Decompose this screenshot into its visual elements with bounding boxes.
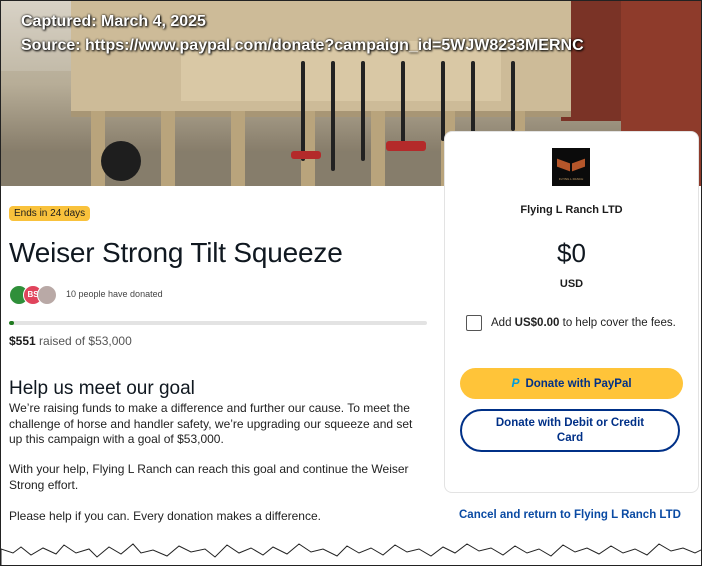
description-paragraph: Please help if you can. Every donation m… (9, 509, 321, 523)
donate-with-paypal-button[interactable]: P Donate with PayPal (460, 368, 683, 399)
capture-date-caption: Captured: March 4, 2025 (21, 13, 206, 30)
description-paragraph: We’re raising funds to make a difference… (9, 401, 413, 446)
paypal-icon: P (511, 376, 520, 390)
page-frame: Captured: March 4, 2025 Source: https://… (0, 0, 702, 566)
progress-bar (9, 321, 427, 325)
fee-prefix: Add (491, 317, 515, 329)
card-button-label: Donate with Debit or Credit Card (495, 416, 645, 444)
avatar (37, 285, 57, 305)
raised-goal: raised of $53,000 (39, 334, 132, 348)
torn-edge (1, 543, 701, 565)
currency-label: USD (559, 278, 584, 290)
org-name: Flying L Ranch LTD (520, 204, 623, 216)
wheel (101, 141, 141, 181)
donor-avatars: BS (9, 285, 69, 305)
logo-text: FLYING L RANCH (558, 177, 584, 181)
raised-amount: $551 (9, 334, 36, 348)
raised-summary: $551 raised of $53,000 (9, 334, 132, 348)
org-logo: FLYING L RANCH (552, 148, 590, 186)
donate-card: FLYING L RANCH Flying L Ranch LTD $0 USD… (444, 131, 699, 493)
description-paragraph: With your help, Flying L Ranch can reach… (9, 462, 409, 492)
cover-fees-label[interactable]: Add US$0.00 to help cover the fees. (491, 316, 681, 331)
ends-in-badge: Ends in 24 days (9, 206, 91, 221)
donation-amount-input[interactable]: $0 (445, 238, 698, 269)
donor-count: 10 people have donated (66, 289, 163, 299)
paypal-button-label: Donate with PayPal (525, 378, 632, 390)
cover-fees-checkbox[interactable] (466, 315, 482, 331)
fee-amount: US$0.00 (514, 317, 560, 329)
cancel-return-link[interactable]: Cancel and return to Flying L Ranch LTD (459, 509, 681, 521)
donate-with-card-button[interactable]: Donate with Debit or Credit Card (460, 409, 680, 452)
progress-fill (9, 321, 15, 325)
campaign-title: Weiser Strong Tilt Squeeze (9, 237, 343, 268)
source-url-caption: Source: https://www.paypal.com/donate?ca… (21, 37, 584, 54)
goal-heading: Help us meet our goal (9, 378, 195, 399)
fee-suffix: to help cover the fees. (559, 317, 676, 329)
